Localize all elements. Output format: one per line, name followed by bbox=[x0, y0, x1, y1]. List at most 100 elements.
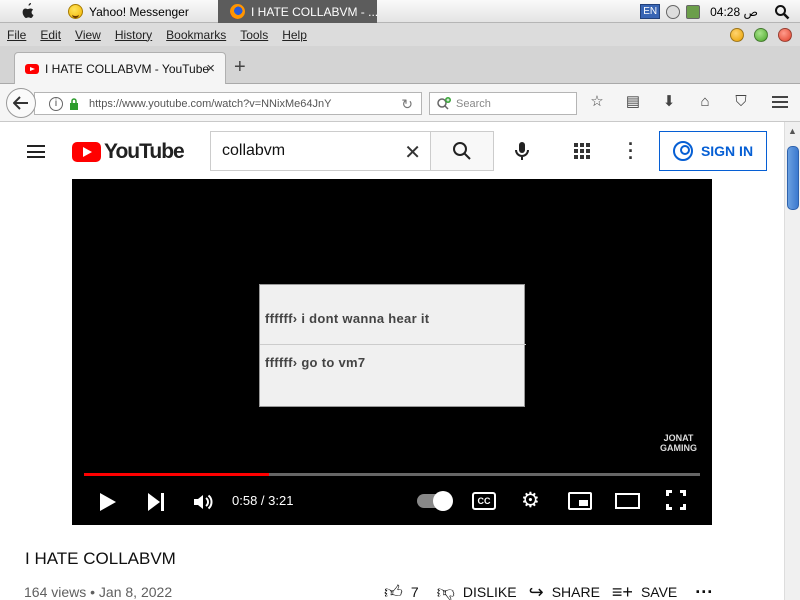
apple-menu-icon[interactable] bbox=[20, 2, 36, 20]
channel-watermark: JONAT GAMING bbox=[660, 433, 697, 453]
video-player[interactable]: ffffff› i dont wanna hear it ffffff› go … bbox=[72, 179, 712, 525]
taskbar-label: Yahoo! Messenger bbox=[89, 4, 189, 19]
search-query: collabvm bbox=[222, 142, 286, 159]
new-tab-button[interactable]: + bbox=[234, 56, 246, 79]
home-icon[interactable]: ⌂ bbox=[696, 92, 714, 110]
sign-in-button[interactable]: SIGN IN bbox=[659, 131, 767, 171]
search-bar[interactable]: Search bbox=[429, 92, 577, 115]
back-arrow-icon bbox=[13, 96, 28, 110]
maximize-button[interactable] bbox=[754, 28, 768, 42]
progress-played bbox=[84, 473, 269, 476]
clock: 04:28 ص bbox=[710, 4, 758, 19]
progress-bar[interactable] bbox=[84, 473, 700, 476]
time-display: 0:58 / 3:21 bbox=[232, 493, 294, 508]
share-icon: ↪ bbox=[528, 581, 544, 600]
guide-menu-icon[interactable] bbox=[27, 145, 45, 158]
settings-gear-icon[interactable]: ⚙ bbox=[521, 489, 540, 513]
fullscreen-icon[interactable] bbox=[666, 490, 686, 510]
language-indicator[interactable]: EN bbox=[640, 4, 661, 19]
menu-tools[interactable]: Tools bbox=[240, 28, 268, 42]
youtube-search-input[interactable]: collabvm ✕ bbox=[210, 131, 431, 171]
theater-mode-icon[interactable] bbox=[615, 493, 640, 509]
downloads-icon[interactable]: ⬇ bbox=[660, 92, 678, 110]
window-controls bbox=[730, 28, 792, 42]
sign-in-label: SIGN IN bbox=[700, 143, 754, 159]
minimize-button[interactable] bbox=[730, 28, 744, 42]
youtube-logo[interactable]: YouTube bbox=[72, 140, 185, 164]
youtube-logo-text: YouTube bbox=[104, 140, 185, 163]
tab-strip: I HATE COLLABVM - YouTube × + bbox=[0, 46, 800, 85]
scrollbar-thumb[interactable] bbox=[787, 146, 799, 210]
miniplayer-icon[interactable] bbox=[568, 492, 592, 510]
close-window-button[interactable] bbox=[778, 28, 792, 42]
chat-divider bbox=[260, 344, 526, 345]
microphone-icon[interactable] bbox=[512, 141, 532, 161]
like-button[interactable]: 👍︎ 7 bbox=[384, 581, 419, 600]
back-button[interactable] bbox=[6, 88, 36, 118]
page-scrollbar[interactable]: ▲ bbox=[784, 122, 800, 600]
search-engine-icon bbox=[437, 96, 451, 110]
menu-view[interactable]: View bbox=[75, 28, 101, 42]
share-label: SHARE bbox=[551, 584, 600, 600]
menu-edit[interactable]: Edit bbox=[40, 28, 61, 42]
network-tray-icon[interactable] bbox=[686, 4, 701, 19]
system-tray: EN 04:28 ص bbox=[640, 0, 800, 23]
open-menu-icon[interactable] bbox=[772, 96, 788, 108]
youtube-search-button[interactable] bbox=[430, 131, 494, 171]
chat-line: ffffff› go to vm7 bbox=[265, 355, 366, 370]
system-top-bar: Yahoo! Messenger I HATE COLLABVM - ... E… bbox=[0, 0, 800, 23]
youtube-page: YouTube collabvm ✕ · · · SIGN IN ffffff› i… bbox=[0, 122, 784, 600]
pocket-icon[interactable]: ⛉ bbox=[732, 92, 750, 110]
taskbar-item-firefox[interactable]: I HATE COLLABVM - ... bbox=[218, 0, 377, 23]
taskbar-item-yahoo-messenger[interactable]: Yahoo! Messenger bbox=[62, 0, 217, 23]
playlist-add-icon: ≡+ bbox=[611, 581, 633, 600]
menu-file[interactable]: File bbox=[7, 28, 26, 42]
tab-youtube[interactable]: I HATE COLLABVM - YouTube × bbox=[14, 52, 226, 85]
youtube-header: YouTube collabvm ✕ · · · SIGN IN bbox=[0, 122, 784, 178]
apps-grid-icon[interactable] bbox=[574, 143, 590, 159]
lock-icon bbox=[70, 97, 78, 110]
volume-icon[interactable] bbox=[192, 492, 214, 512]
player-controls: 0:58 / 3:21 CC ⚙ bbox=[72, 487, 712, 515]
save-label: SAVE bbox=[640, 584, 678, 600]
reload-icon[interactable]: ↻ bbox=[401, 96, 413, 113]
info-icon[interactable]: i bbox=[49, 96, 63, 111]
watermark-line: GAMING bbox=[660, 443, 697, 453]
menu-help[interactable]: Help bbox=[282, 28, 307, 42]
reading-list-icon[interactable]: ▤ bbox=[624, 92, 642, 110]
url-text[interactable]: https://www.youtube.com/watch?v=NNixMe64… bbox=[89, 98, 331, 110]
search-icon[interactable] bbox=[774, 4, 790, 20]
video-actions: 👍︎ 7 👎︎ DISLIKE ↪ SHARE ≡+ SAVE ··· bbox=[384, 581, 713, 600]
share-button[interactable]: ↪ SHARE bbox=[529, 582, 600, 600]
save-button[interactable]: ≡+ SAVE bbox=[612, 582, 677, 600]
toolbar-icons: ☆ ▤ ⬇ ⌂ ⛉ bbox=[588, 92, 750, 111]
scroll-up-arrow-icon[interactable]: ▲ bbox=[788, 126, 797, 136]
next-video-icon[interactable] bbox=[148, 493, 166, 511]
more-actions-icon[interactable]: ··· bbox=[695, 582, 713, 600]
search-placeholder: Search bbox=[456, 97, 491, 110]
more-options-icon[interactable]: · · · bbox=[628, 135, 634, 167]
search-icon bbox=[453, 142, 471, 160]
dislike-button[interactable]: 👎︎ DISLIKE bbox=[437, 581, 517, 600]
messenger-tray-icon[interactable] bbox=[666, 4, 681, 19]
video-title: I HATE COLLABVM bbox=[25, 549, 176, 568]
bookmark-star-icon[interactable]: ☆ bbox=[588, 92, 606, 110]
clear-search-icon[interactable]: ✕ bbox=[404, 140, 421, 165]
youtube-logo-icon bbox=[72, 142, 101, 162]
close-tab-icon[interactable]: × bbox=[206, 60, 215, 77]
autoplay-toggle[interactable] bbox=[417, 491, 453, 511]
yahoo-messenger-icon bbox=[68, 4, 83, 19]
url-bar[interactable]: i https://www.youtube.com/watch?v=NNixMe… bbox=[34, 92, 422, 115]
menu-history[interactable]: History bbox=[115, 28, 152, 42]
menu-bar: File Edit View History Bookmarks Tools H… bbox=[0, 23, 800, 46]
chat-line: ffffff› i dont wanna hear it bbox=[265, 311, 430, 326]
play-icon[interactable] bbox=[100, 493, 116, 511]
watermark-line: JONAT bbox=[663, 433, 694, 443]
menu-bookmarks[interactable]: Bookmarks bbox=[166, 28, 226, 42]
thumbs-down-icon: 👎︎ bbox=[436, 582, 455, 600]
like-count: 7 bbox=[410, 584, 419, 600]
subtitles-cc-icon[interactable]: CC bbox=[472, 492, 496, 510]
taskbar-label: I HATE COLLABVM - ... bbox=[251, 4, 377, 19]
youtube-favicon-icon bbox=[25, 64, 39, 74]
video-frame-chat-screenshot: ffffff› i dont wanna hear it ffffff› go … bbox=[259, 284, 526, 407]
